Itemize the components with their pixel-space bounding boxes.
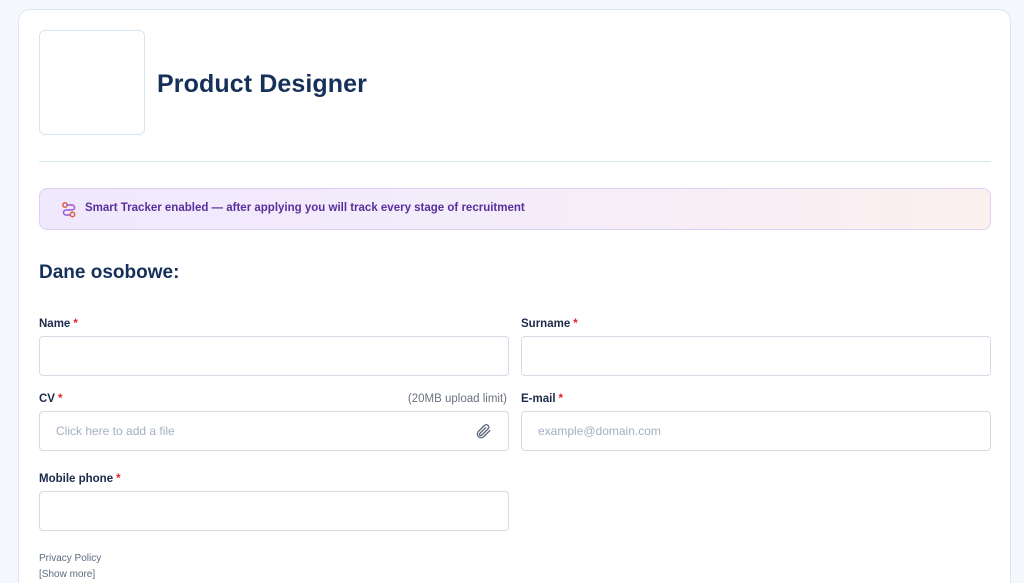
phone-label: Mobile phone * xyxy=(39,473,121,485)
name-input[interactable] xyxy=(39,336,509,376)
divider xyxy=(39,161,991,162)
name-label-text: Name xyxy=(39,318,71,330)
show-more-link[interactable]: [Show more] xyxy=(39,569,95,580)
phone-label-text: Mobile phone xyxy=(39,473,114,485)
banner-text: Smart Tracker enabled — after applying y… xyxy=(85,202,525,214)
required-mark: * xyxy=(57,393,63,405)
surname-input[interactable] xyxy=(521,336,991,376)
required-mark: * xyxy=(116,473,121,485)
required-mark: * xyxy=(73,318,78,330)
cv-file-placeholder: Click here to add a file xyxy=(56,424,175,438)
tracker-icon xyxy=(62,202,76,218)
company-logo xyxy=(39,30,145,135)
email-input[interactable] xyxy=(521,411,991,451)
email-label-text: E-mail xyxy=(521,393,556,405)
surname-label: Surname * xyxy=(521,318,578,330)
cv-label: CV * xyxy=(39,393,62,405)
required-mark: * xyxy=(558,393,563,405)
smart-tracker-banner: Smart Tracker enabled — after applying y… xyxy=(39,188,991,230)
cv-label-text: CV xyxy=(39,393,55,405)
surname-label-text: Surname xyxy=(521,318,571,330)
paperclip-icon[interactable] xyxy=(474,422,492,440)
phone-input[interactable] xyxy=(39,491,509,531)
section-title: Dane osobowe: xyxy=(39,262,180,283)
required-mark: * xyxy=(573,318,578,330)
name-label: Name * xyxy=(39,318,78,330)
cv-file-input[interactable]: Click here to add a file xyxy=(39,411,509,451)
privacy-policy-link[interactable]: Privacy Policy xyxy=(39,553,101,564)
application-card: Product Designer Smart Tracker enabled —… xyxy=(18,9,1011,583)
upload-limit-hint: (20MB upload limit) xyxy=(407,393,507,405)
job-title: Product Designer xyxy=(157,70,367,98)
email-label: E-mail * xyxy=(521,393,563,405)
